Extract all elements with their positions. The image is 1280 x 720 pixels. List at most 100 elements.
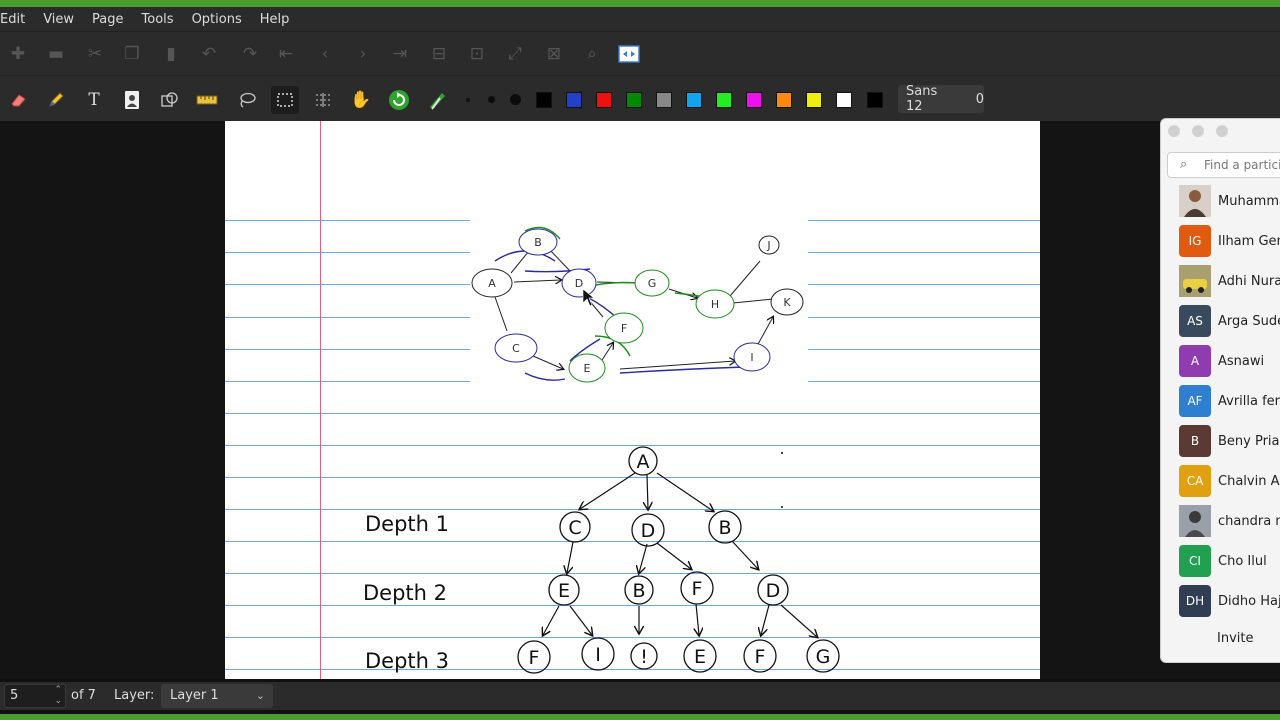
color-swatch-light-blue[interactable]	[686, 92, 702, 108]
participant-row[interactable]: B Beny Priamb	[1179, 425, 1280, 457]
undo-icon[interactable]: ↶	[196, 41, 222, 67]
spinner-arrows-icon[interactable]: ⌃ ⌄	[54, 685, 62, 707]
avatar: CI	[1179, 545, 1211, 577]
fullscreen-icon[interactable]	[616, 41, 642, 67]
color-swatch-black[interactable]	[536, 92, 552, 108]
tree-l3-node: F	[755, 646, 766, 668]
tree-l2-node: F	[692, 578, 703, 600]
zoom-in-icon[interactable]: ⤢	[502, 41, 528, 67]
zoom-out-icon[interactable]: ⊟	[426, 41, 452, 67]
last-page-icon[interactable]: ⇥	[387, 41, 413, 67]
new-page-icon[interactable]: ✚	[5, 41, 31, 67]
text-tool-icon[interactable]: T	[80, 86, 108, 114]
layer-select[interactable]: Layer 1 ⌄	[161, 684, 273, 708]
menu-edit[interactable]: Edit	[0, 12, 35, 27]
window-bottom-border	[0, 714, 1280, 720]
avatar: AS	[1179, 305, 1211, 337]
participant-name: Cho Ilul	[1218, 553, 1267, 569]
participant-name: Ilham Gemi	[1218, 233, 1280, 249]
invite-button[interactable]: Invite	[1217, 631, 1253, 646]
prev-page-icon[interactable]: ‹	[312, 41, 338, 67]
highlighter-icon[interactable]	[423, 86, 451, 114]
color-swatch-green[interactable]	[626, 92, 642, 108]
participant-search-placeholder: Find a participant	[1204, 158, 1280, 172]
open-icon[interactable]: ▬	[43, 41, 69, 67]
participant-name: Avrilla ferri	[1218, 393, 1280, 409]
window-close-icon[interactable]	[1168, 125, 1180, 137]
main-toolbar: ✚ ▬ ✂ ❐ ▮ ↶ ↷ ⇤ ‹ › ⇥ ⊟ ⊡ ⤢ ⊠ ⌕	[0, 31, 1280, 75]
image-tool-icon[interactable]	[118, 86, 146, 114]
tree-l3-node: F	[529, 647, 540, 669]
menu-view[interactable]: View	[43, 12, 84, 27]
participant-row[interactable]: CA Chalvin Alde	[1179, 465, 1280, 497]
color-swatch-yellow[interactable]	[806, 92, 822, 108]
menu-tools[interactable]: Tools	[142, 12, 184, 27]
participant-row[interactable]: DH Didho Hajur	[1179, 585, 1280, 617]
tree-l1-node: B	[718, 517, 731, 539]
color-swatch-blue[interactable]	[566, 92, 582, 108]
layer-value: Layer 1	[170, 688, 219, 703]
avatar: B	[1179, 425, 1211, 457]
participant-row[interactable]: AS Arga Sudew	[1179, 305, 1280, 337]
vertical-space-icon[interactable]	[309, 86, 337, 114]
participant-row[interactable]: AF Avrilla ferri	[1179, 385, 1280, 417]
menu-page[interactable]: Page	[92, 12, 133, 27]
participant-name: Adhi Nuraha	[1218, 273, 1280, 289]
color-swatch-gray[interactable]	[656, 92, 672, 108]
rect-select-icon[interactable]	[271, 86, 299, 114]
first-page-icon[interactable]: ⇤	[273, 41, 299, 67]
window-maximize-icon[interactable]	[1216, 125, 1228, 137]
next-page-icon[interactable]: ›	[350, 41, 376, 67]
color-swatch-custom[interactable]	[867, 92, 883, 108]
participant-row[interactable]: chandra mo	[1179, 505, 1280, 537]
hand-icon[interactable]: ✋	[347, 86, 375, 114]
lasso-icon[interactable]	[233, 86, 261, 114]
participant-row[interactable]: A Asnawi	[1179, 345, 1264, 377]
paste-icon[interactable]: ▮	[158, 41, 184, 67]
participant-search-input[interactable]: ⌕ Find a participant	[1167, 152, 1280, 178]
zoom-100-icon[interactable]: ⊠	[541, 41, 567, 67]
cut-icon[interactable]: ✂	[82, 41, 108, 67]
participant-name: Muhammad	[1218, 193, 1280, 209]
refresh-icon[interactable]	[385, 86, 413, 114]
chevron-down-icon: ⌄	[255, 689, 265, 702]
color-swatch-light-green[interactable]	[716, 92, 732, 108]
tree-l3-node: !	[640, 646, 648, 668]
search-icon[interactable]: ⌕	[579, 41, 605, 67]
pen-icon[interactable]	[42, 86, 70, 114]
shapes-icon[interactable]	[156, 86, 184, 114]
participant-row[interactable]: Adhi Nuraha	[1179, 265, 1280, 297]
status-bar: 5 ⌃ ⌄ of 7 Layer: Layer 1 ⌄	[0, 682, 1280, 710]
avatar	[1179, 265, 1211, 297]
redo-icon[interactable]: ↷	[237, 41, 263, 67]
canvas-area[interactable]: A B D G H J K C E F I A C D B E B F D F …	[0, 121, 1280, 679]
handwriting-layer: A B D G H J K C E F I A C D B E B F D F …	[363, 226, 840, 674]
page-total: of 7	[71, 688, 96, 703]
menu-help[interactable]: Help	[260, 12, 300, 27]
ruler-icon[interactable]	[193, 86, 221, 114]
participant-row[interactable]: CI Cho Ilul	[1179, 545, 1267, 577]
font-selector[interactable]: Sans 12 0	[898, 84, 984, 114]
color-swatch-white[interactable]	[836, 92, 852, 108]
thick-stroke-icon[interactable]	[510, 94, 521, 105]
medium-stroke-icon[interactable]	[488, 96, 495, 103]
thin-stroke-icon[interactable]	[466, 98, 470, 102]
tree-l3-node: I	[595, 644, 601, 666]
participant-row[interactable]: Muhammad	[1179, 185, 1280, 217]
eraser-icon[interactable]	[4, 86, 32, 114]
zoom-fit-icon[interactable]: ⊡	[464, 41, 490, 67]
notebook-page[interactable]: A B D G H J K C E F I A C D B E B F D F …	[225, 121, 1040, 679]
color-swatch-red[interactable]	[596, 92, 612, 108]
page-number-spinner[interactable]: 5 ⌃ ⌄	[4, 684, 66, 708]
window-minimize-icon[interactable]	[1192, 125, 1204, 137]
graph-node-d: D	[575, 277, 583, 290]
participant-row[interactable]: IG Ilham Gemi	[1179, 225, 1280, 257]
color-swatch-orange[interactable]	[776, 92, 792, 108]
menu-options[interactable]: Options	[192, 12, 252, 27]
tree-l2-node: D	[766, 580, 781, 602]
copy-icon[interactable]: ❐	[119, 41, 145, 67]
tree-l2-node: B	[632, 580, 645, 602]
color-swatch-magenta[interactable]	[746, 92, 762, 108]
avatar: A	[1179, 345, 1211, 377]
font-name: Sans 12	[906, 84, 938, 114]
